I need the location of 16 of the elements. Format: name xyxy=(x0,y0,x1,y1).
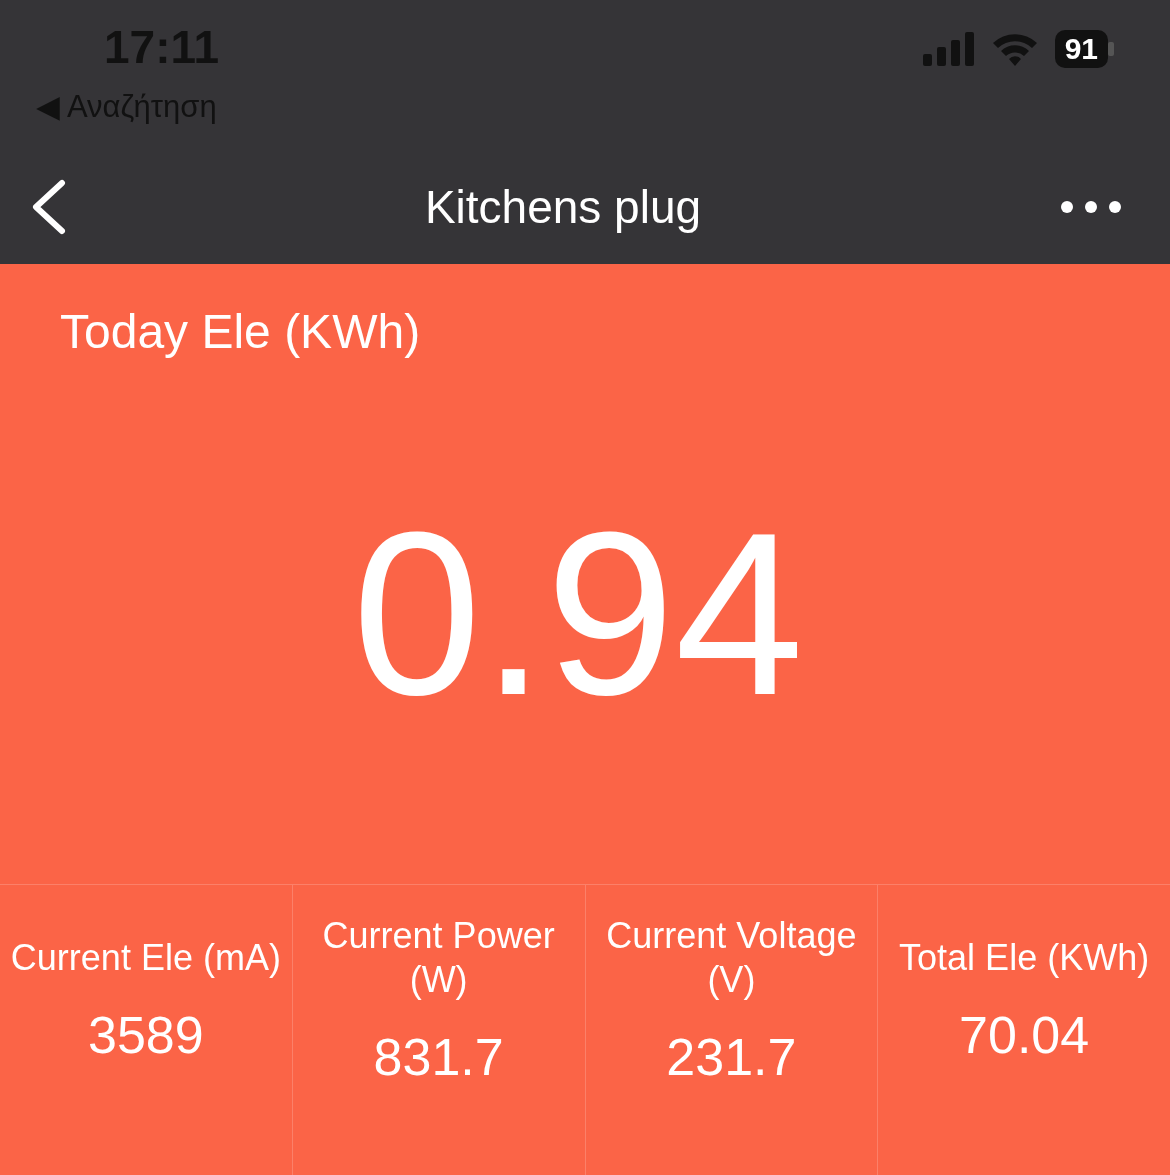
back-icon[interactable] xyxy=(30,179,66,235)
metric-label: Current Ele (mA) xyxy=(9,936,282,980)
battery-level: 91 xyxy=(1054,30,1108,68)
metric-value: 831.7 xyxy=(372,1027,505,1088)
metric-value: 3589 xyxy=(87,1005,205,1066)
metric-label: Current Voltage (V) xyxy=(605,914,858,1002)
metric-value: 231.7 xyxy=(665,1027,798,1088)
metric-value: 70.04 xyxy=(958,1005,1091,1066)
today-energy-value: 0.94 xyxy=(352,498,804,730)
metric-label: Total Ele (KWh) xyxy=(898,936,1151,980)
more-icon[interactable] xyxy=(1060,200,1122,214)
metric-label: Current Power (W) xyxy=(321,914,556,1002)
battery-tip-icon xyxy=(1108,42,1114,56)
signal-icon xyxy=(922,32,975,66)
today-energy-label: Today Ele (KWh) xyxy=(59,304,422,360)
screen-title: Kitchens plug xyxy=(424,179,702,235)
